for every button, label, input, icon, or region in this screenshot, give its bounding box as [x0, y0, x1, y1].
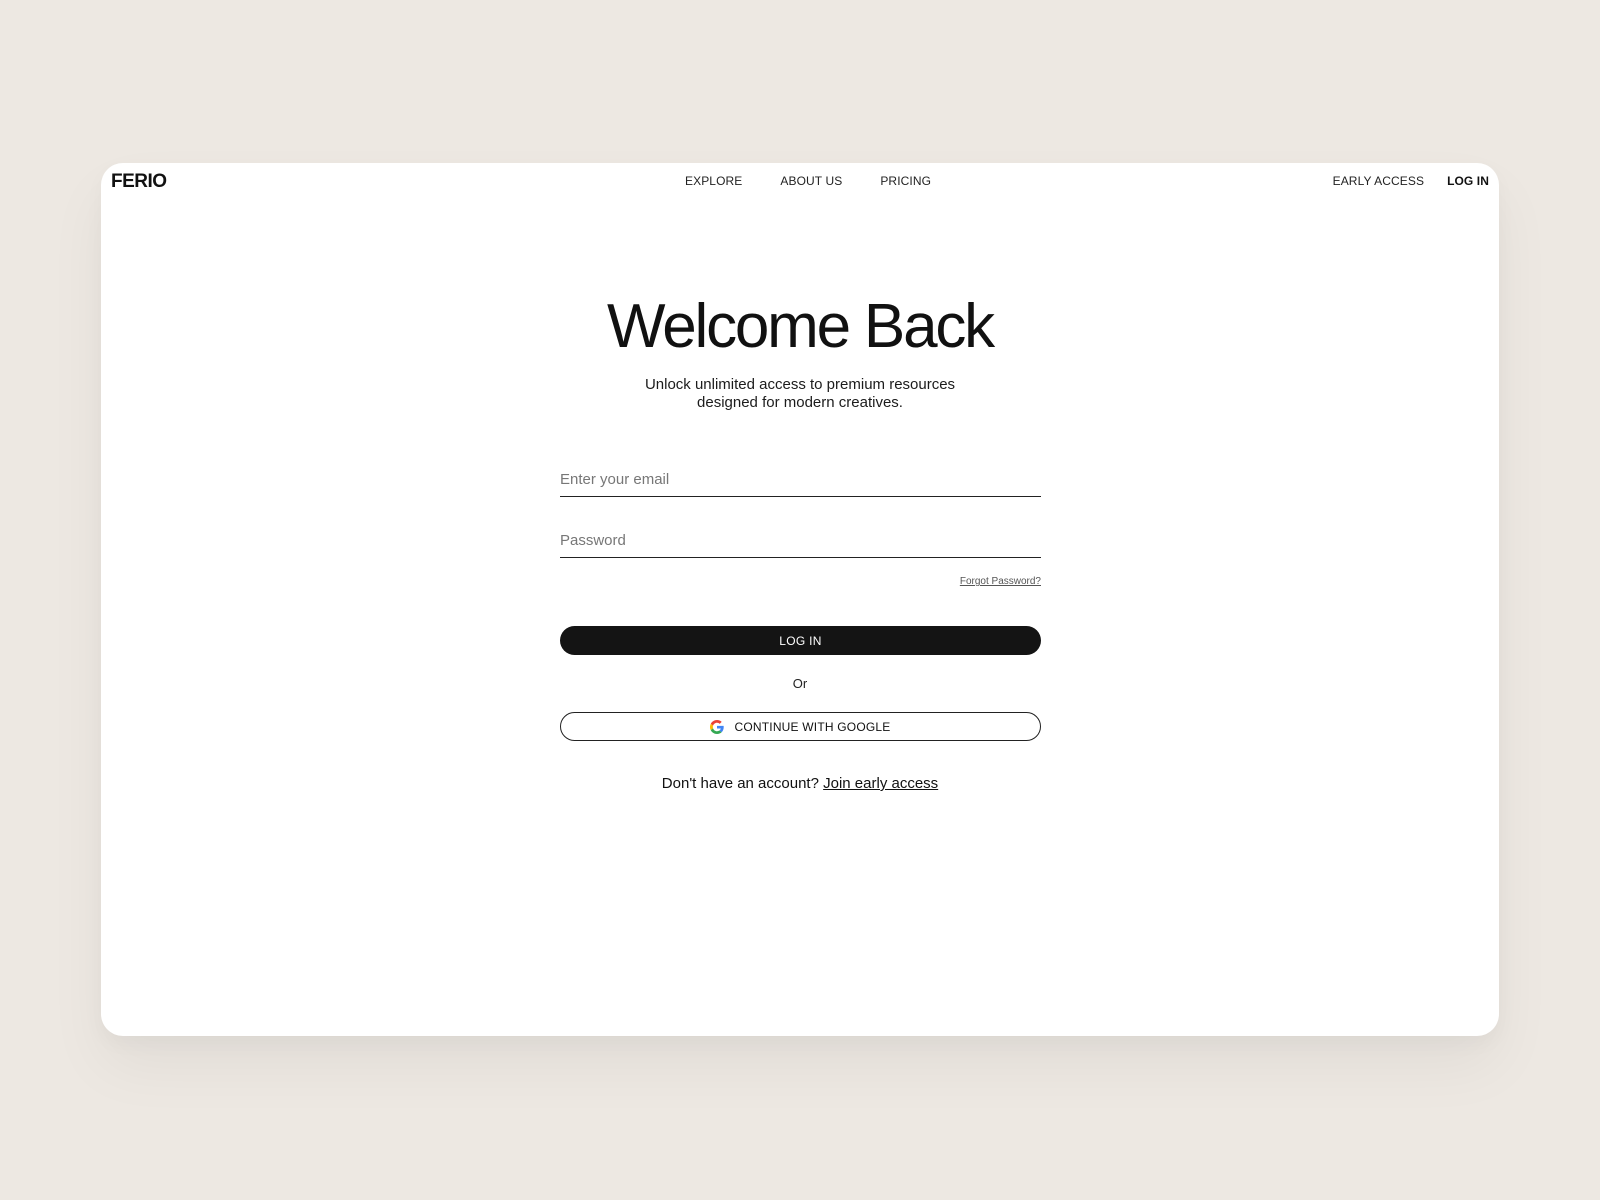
join-early-access-link[interactable]: Join early access: [823, 775, 938, 792]
nav-early-access-link[interactable]: EARLY ACCESS: [1333, 174, 1424, 188]
signup-prompt: Don't have an account? Join early access: [101, 775, 1499, 792]
forgot-password-link[interactable]: Forgot Password?: [960, 576, 1041, 587]
or-divider: Or: [792, 676, 808, 691]
nav-center-links: EXPLORE ABOUT US PRICING: [685, 174, 969, 188]
page-title: Welcome Back: [607, 292, 995, 361]
continue-with-google-button[interactable]: CONTINUE WITH GOOGLE: [560, 712, 1041, 741]
ferio-logo[interactable]: FERIO: [111, 171, 167, 193]
google-icon: [710, 719, 725, 734]
login-card: FERIO EXPLORE ABOUT US PRICING EARLY ACC…: [101, 163, 1499, 1036]
page-subtitle: Unlock unlimited access to premium resou…: [101, 376, 1499, 412]
subtitle-line-1: Unlock unlimited access to premium resou…: [644, 376, 956, 393]
password-input[interactable]: [560, 524, 1041, 556]
email-input[interactable]: [560, 463, 1041, 495]
email-field-wrapper: [560, 463, 1041, 497]
subtitle-line-2: designed for modern creatives.: [697, 394, 903, 411]
nav-right-links: EARLY ACCESS LOG IN: [1310, 174, 1489, 188]
nav-login-link[interactable]: LOG IN: [1447, 174, 1489, 188]
signup-prompt-text: Don't have an account?: [661, 775, 819, 792]
nav-pricing-link[interactable]: PRICING: [880, 174, 931, 188]
top-nav: FERIO EXPLORE ABOUT US PRICING EARLY ACC…: [101, 163, 1499, 199]
login-button[interactable]: LOG IN: [560, 626, 1041, 655]
google-button-label: CONTINUE WITH GOOGLE: [734, 719, 891, 734]
nav-explore-link[interactable]: EXPLORE: [685, 174, 742, 188]
nav-about-link[interactable]: ABOUT US: [780, 174, 842, 188]
password-field-wrapper: [560, 524, 1041, 558]
